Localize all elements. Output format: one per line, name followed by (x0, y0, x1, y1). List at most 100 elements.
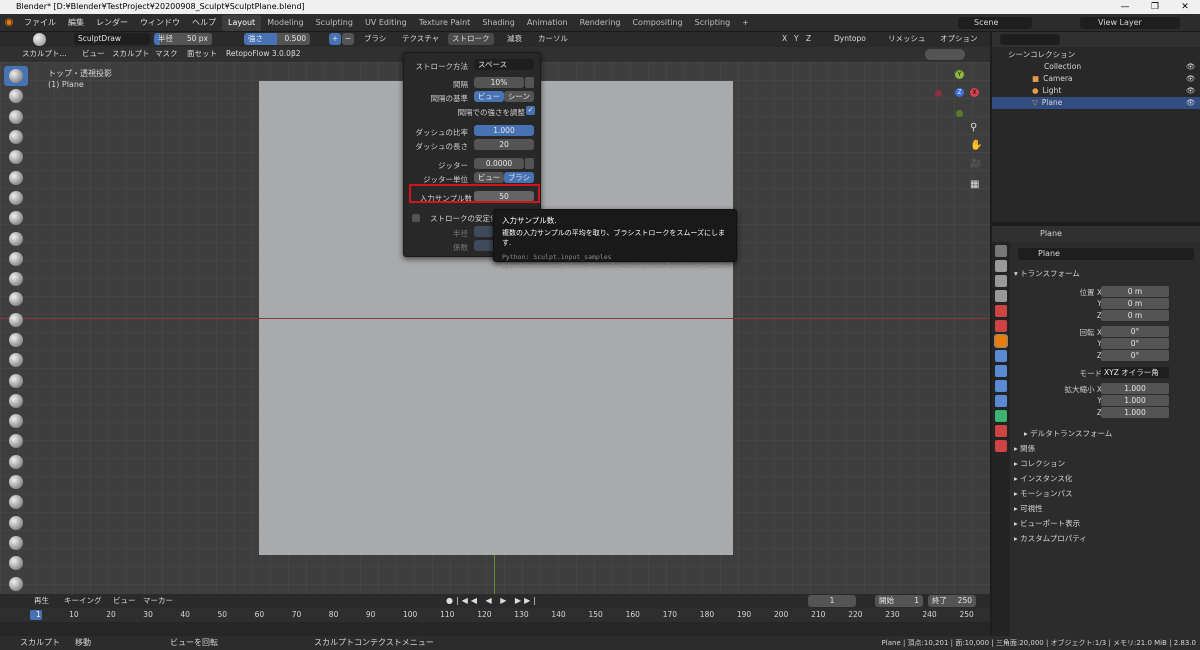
grid-view-icon[interactable]: ▦ (970, 179, 979, 190)
eye-icon[interactable]: 👁 (1186, 73, 1196, 85)
maximize-button[interactable]: ❐ (1140, 0, 1170, 14)
spacing-field[interactable]: 10% (474, 77, 524, 88)
outliner-search-input[interactable] (1000, 34, 1060, 45)
strength-slider[interactable]: 強さ 0.500 (244, 33, 310, 45)
jitter-brush-button[interactable]: ブラシ (504, 172, 534, 183)
tool-simplify[interactable] (4, 533, 28, 553)
tool-draw[interactable] (4, 66, 28, 87)
constraints-tab-icon[interactable] (995, 395, 1007, 407)
particles-tab-icon[interactable] (995, 365, 1007, 377)
tool-rotate[interactable] (4, 492, 28, 512)
tab-modeling[interactable]: Modeling (261, 15, 309, 31)
tab-sculpting[interactable]: Sculpting (310, 15, 359, 31)
tool-mask[interactable] (4, 553, 28, 573)
tool-flatten[interactable] (4, 269, 28, 289)
tool-crease[interactable] (4, 228, 28, 248)
tool-scrape[interactable] (4, 310, 28, 330)
tool-clay[interactable] (4, 107, 28, 127)
eye-icon[interactable]: 👁 (1186, 61, 1196, 73)
scale-y-field[interactable]: 1.000 (1101, 395, 1169, 406)
jitter-pressure-icon[interactable] (525, 158, 534, 169)
playback-menu[interactable]: 再生 (30, 595, 53, 607)
tool-grab[interactable] (4, 370, 28, 390)
end-frame-field[interactable]: 終了 250 (928, 595, 976, 607)
add-direction-button[interactable]: + (329, 33, 341, 45)
falloff-menu[interactable]: 減衰 (503, 33, 526, 45)
tool-slide-relax[interactable] (4, 513, 28, 533)
menu-view[interactable]: ビュー (78, 48, 109, 60)
viewport-display-header[interactable]: ▸ ビューポート表示 (1014, 518, 1080, 529)
start-frame-field[interactable]: 開始 1 (875, 595, 923, 607)
tab-rendering[interactable]: Rendering (574, 15, 627, 31)
rotation-mode-dropdown[interactable]: XYZ オイラー角 (1101, 367, 1169, 378)
brush-menu[interactable]: ブラシ (360, 33, 390, 45)
collection-row[interactable]: Collection 👁 (992, 61, 1200, 73)
output-tab-icon[interactable] (995, 275, 1007, 287)
menu-edit[interactable]: 編集 (62, 14, 90, 32)
dyntopo-toggle[interactable]: Dyntopo (830, 33, 870, 45)
world-tab-icon[interactable] (995, 320, 1007, 332)
tab-scripting[interactable]: Scripting (689, 15, 737, 31)
stabilize-checkbox[interactable] (412, 214, 420, 222)
gizmo-neg-y[interactable] (956, 110, 963, 117)
playback-controls[interactable]: ●|◀◀ ◀ ▶ ▶▶| (446, 596, 539, 605)
dash-length-field[interactable]: 20 (474, 139, 534, 150)
eye-icon[interactable]: 👁 (1186, 97, 1196, 109)
tool-clay-thumb[interactable] (4, 147, 28, 167)
rotation-z-field[interactable]: 0° (1101, 350, 1169, 361)
tool-elastic-deform[interactable] (4, 391, 28, 411)
tool-draw-sharp[interactable] (4, 86, 28, 106)
cursor-menu[interactable]: カーソル (534, 33, 572, 45)
custom-properties-header[interactable]: ▸ カスタムプロパティ (1014, 533, 1087, 544)
brush-name-field[interactable]: SculptDraw (74, 33, 150, 45)
radius-slider[interactable]: 半径 50 px (154, 33, 212, 45)
camera-view-icon[interactable]: 🎥 (970, 159, 981, 169)
collections-header[interactable]: ▸ コレクション (1014, 458, 1065, 469)
menu-retopoflow[interactable]: RetopoFlow 3.0.0β2 (222, 48, 305, 60)
timeline-track[interactable] (0, 622, 990, 636)
menu-file[interactable]: ファイル (18, 14, 62, 32)
menu-help[interactable]: ヘルプ (186, 14, 222, 32)
close-button[interactable]: ✕ (1170, 0, 1200, 14)
tool-tab-icon[interactable] (995, 245, 1007, 257)
spacing-pressure-icon[interactable] (525, 77, 534, 88)
eye-icon[interactable]: 👁 (1186, 85, 1196, 97)
current-frame-field[interactable]: 1 (808, 595, 856, 607)
data-tab-icon[interactable] (995, 410, 1007, 422)
modifier-tab-icon[interactable] (995, 350, 1007, 362)
spacing-scene-button[interactable]: シーン (504, 91, 534, 102)
menu-render[interactable]: レンダー (90, 14, 134, 32)
outliner-item-camera[interactable]: ■ Camera 👁 (992, 73, 1200, 85)
tab-layout[interactable]: Layout (222, 15, 262, 31)
pan-hand-icon[interactable]: ✋ (970, 140, 982, 151)
jitter-field[interactable]: 0.0000 (474, 158, 524, 169)
scale-z-field[interactable]: 1.000 (1101, 407, 1169, 418)
shading-mode-buttons[interactable] (925, 49, 965, 60)
location-x-field[interactable]: 0 m (1101, 286, 1169, 297)
spacing-view-button[interactable]: ビュー (474, 91, 504, 102)
symmetry-z[interactable]: Z (802, 33, 815, 45)
gizmo-x-axis[interactable]: X (970, 88, 979, 97)
tool-snake-hook[interactable] (4, 411, 28, 431)
scene-selector[interactable]: Scene (958, 17, 1032, 29)
outliner-item-plane[interactable]: ▽ Plane 👁 (992, 97, 1200, 109)
marker-menu[interactable]: マーカー (139, 595, 177, 607)
minimize-button[interactable]: — (1110, 0, 1140, 14)
transform-panel-header[interactable]: ▾ トランスフォーム (1014, 268, 1080, 279)
menu-face-sets[interactable]: 面セット (183, 48, 221, 60)
tool-inflate[interactable] (4, 188, 28, 208)
gizmo-z-axis[interactable]: Z (955, 88, 964, 97)
delta-transform-header[interactable]: ▸ デルタトランスフォーム (1024, 428, 1112, 439)
scene-collection-row[interactable]: シーンコレクション (992, 49, 1200, 61)
tab-animation[interactable]: Animation (521, 15, 574, 31)
gizmo-y-axis[interactable]: Y (955, 70, 964, 79)
adjust-strength-checkbox[interactable]: ✓ (526, 106, 535, 115)
mode-selector[interactable]: スカルプト... (18, 48, 71, 60)
tab-texture-paint[interactable]: Texture Paint (413, 15, 477, 31)
symmetry-y[interactable]: Y (790, 33, 803, 45)
instancing-header[interactable]: ▸ インスタンス化 (1014, 473, 1072, 484)
gizmo-neg-x[interactable] (935, 90, 942, 97)
material-tab-icon[interactable] (995, 425, 1007, 437)
tool-smooth[interactable] (4, 249, 28, 269)
jitter-view-button[interactable]: ビュー (474, 172, 504, 183)
